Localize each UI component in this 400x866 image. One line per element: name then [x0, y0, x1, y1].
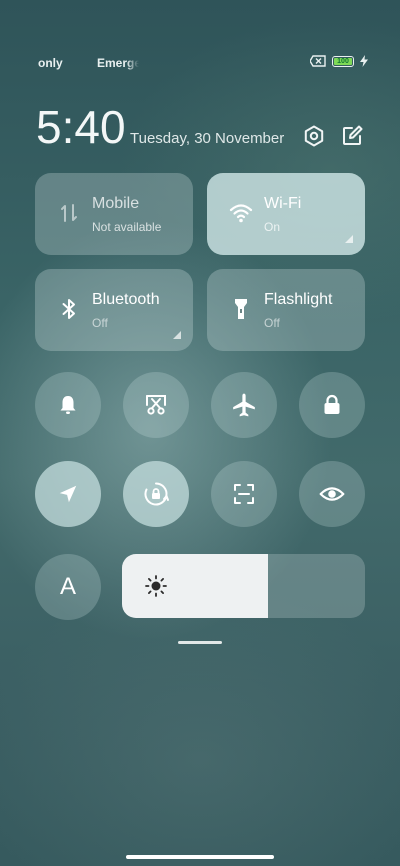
- rotation-lock-icon: [144, 482, 169, 506]
- status-bar: only Emergency 100: [0, 55, 400, 72]
- brightness-slider[interactable]: [122, 554, 365, 618]
- bluetooth-title: Bluetooth: [92, 291, 160, 308]
- auto-brightness-toggle[interactable]: A: [35, 554, 101, 620]
- scanner-toggle[interactable]: [211, 461, 277, 527]
- scissors-icon: [146, 395, 166, 415]
- wifi-icon: [229, 204, 253, 223]
- header: 5:40 Tuesday, 30 November: [36, 100, 366, 156]
- wifi-expand-icon[interactable]: [345, 235, 353, 243]
- wifi-title: Wi-Fi: [264, 195, 302, 212]
- location-arrow-icon: [59, 485, 77, 503]
- airplane-mode-toggle[interactable]: [211, 372, 277, 438]
- panel-drag-handle[interactable]: [178, 641, 222, 644]
- carrier-label-2: Emergency: [97, 56, 139, 70]
- sun-icon: [145, 575, 167, 597]
- screenshot-toggle[interactable]: [123, 372, 189, 438]
- clock: 5:40: [36, 101, 126, 153]
- carrier-label-1: only: [38, 56, 63, 70]
- bluetooth-icon: [62, 299, 75, 319]
- rotation-lock-toggle[interactable]: [123, 461, 189, 527]
- battery-icon: 100: [332, 55, 354, 67]
- scan-icon: [234, 484, 254, 504]
- flashlight-title: Flashlight: [264, 291, 333, 308]
- settings-gear-icon[interactable]: [302, 124, 326, 148]
- flashlight-status: Off: [264, 316, 280, 330]
- edit-icon[interactable]: [340, 124, 364, 148]
- lock-screen-toggle[interactable]: [299, 372, 365, 438]
- reading-mode-toggle[interactable]: [299, 461, 365, 527]
- mobile-data-title: Mobile: [92, 195, 140, 212]
- bell-icon: [60, 396, 76, 414]
- mobile-data-status: Not available: [92, 220, 162, 234]
- date: Tuesday, 30 November: [130, 130, 285, 147]
- mobile-data-icon: [61, 204, 77, 222]
- no-sim-icon: [310, 55, 326, 67]
- lock-icon: [324, 394, 340, 414]
- flashlight-tile[interactable]: Flashlight Off: [207, 269, 365, 351]
- bluetooth-status: Off: [92, 316, 108, 330]
- wifi-status: On: [264, 220, 281, 234]
- airplane-icon: [233, 393, 255, 417]
- auto-brightness-label: A: [59, 573, 76, 600]
- bluetooth-tile[interactable]: Bluetooth Off: [35, 269, 193, 351]
- mobile-data-tile[interactable]: Mobile Not available: [35, 173, 193, 255]
- battery-level: 100: [334, 57, 352, 65]
- home-indicator[interactable]: [126, 855, 274, 859]
- eye-icon: [319, 487, 345, 501]
- status-icons: 100: [310, 55, 368, 67]
- bluetooth-expand-icon[interactable]: [173, 331, 181, 339]
- location-toggle[interactable]: [35, 461, 101, 527]
- silent-mode-toggle[interactable]: [35, 372, 101, 438]
- wifi-tile[interactable]: Wi-Fi On: [207, 173, 365, 255]
- flashlight-icon: [235, 299, 247, 319]
- charging-bolt-icon: [360, 55, 368, 67]
